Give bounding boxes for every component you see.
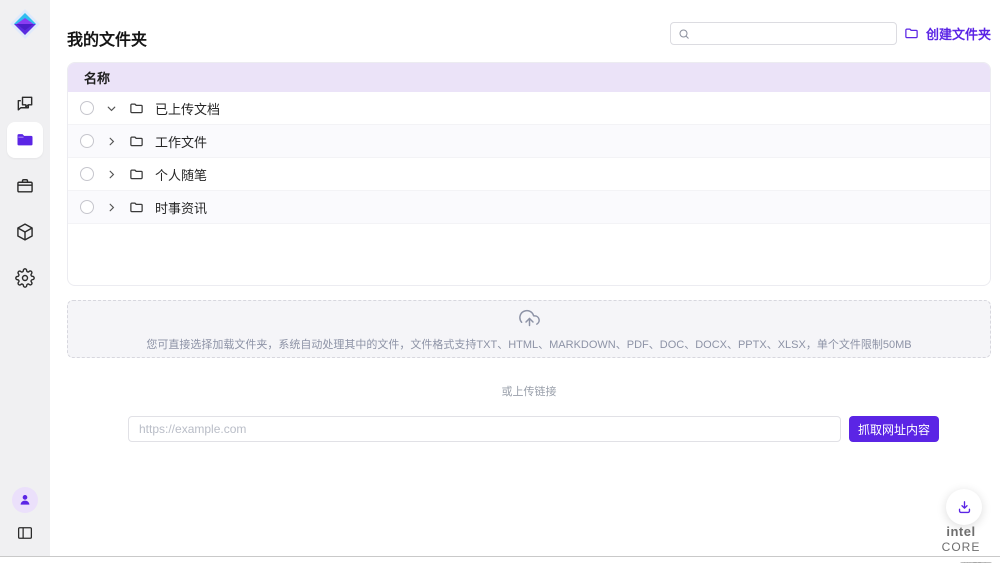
folder-icon (129, 200, 144, 215)
create-folder-label: 创建文件夹 (926, 24, 991, 43)
url-input[interactable] (128, 416, 841, 442)
folder-icon (129, 167, 144, 182)
sidebar-item-folders[interactable] (7, 122, 43, 158)
search-input[interactable] (696, 27, 889, 41)
sidebar (0, 0, 50, 557)
window-bottom-edge (0, 556, 1000, 557)
app-logo-icon (9, 8, 41, 40)
core-wordmark: core (942, 540, 981, 554)
chat-icon[interactable] (15, 94, 35, 114)
chevron-right-icon[interactable] (105, 168, 118, 181)
row-checkbox[interactable] (80, 101, 94, 115)
table-row[interactable]: 个人随笔 (68, 158, 990, 191)
folder-table: 名称 已上传文档 工作文件 (67, 62, 991, 286)
briefcase-icon[interactable] (15, 176, 35, 196)
folder-plus-icon (904, 26, 919, 41)
download-icon (956, 499, 973, 516)
folder-icon (15, 130, 35, 150)
app-window: 我的文件夹 创建文件夹 名称 已上传文档 (0, 0, 1000, 563)
search-icon (678, 28, 690, 40)
user-avatar[interactable] (12, 487, 38, 513)
row-checkbox[interactable] (80, 134, 94, 148)
cube-icon[interactable] (15, 222, 35, 242)
collapse-sidebar-icon[interactable] (16, 524, 34, 542)
folder-icon (129, 101, 144, 116)
or-upload-link-label: 或上传链接 (67, 383, 991, 399)
table-row[interactable]: 已上传文档 (68, 92, 990, 125)
row-checkbox[interactable] (80, 200, 94, 214)
row-checkbox[interactable] (80, 167, 94, 181)
chevron-down-icon[interactable] (105, 102, 118, 115)
chevron-right-icon[interactable] (105, 201, 118, 214)
person-icon (18, 493, 32, 507)
table-row[interactable]: 工作文件 (68, 125, 990, 158)
search-box[interactable] (670, 22, 897, 45)
table-row[interactable]: 时事资讯 (68, 191, 990, 224)
folder-name[interactable]: 工作文件 (155, 132, 207, 151)
folder-name[interactable]: 已上传文档 (155, 99, 220, 118)
intel-core-logo: intel core ultra (928, 524, 994, 563)
folder-icon (129, 134, 144, 149)
fetch-url-button[interactable]: 抓取网址内容 (849, 416, 939, 442)
folder-name[interactable]: 个人随笔 (155, 165, 207, 184)
table-header: 名称 (68, 63, 990, 92)
cloud-upload-icon (68, 308, 990, 334)
upload-hint-text: 您可直接选择加载文件夹，系统自动处理其中的文件，文件格式支持TXT、HTML、M… (68, 336, 990, 352)
chevron-right-icon[interactable] (105, 135, 118, 148)
create-folder-button[interactable]: 创建文件夹 (904, 24, 991, 43)
download-fab-button[interactable] (946, 489, 982, 525)
name-column-header: 名称 (84, 68, 110, 87)
folder-name[interactable]: 时事资讯 (155, 198, 207, 217)
intel-wordmark: intel (946, 524, 975, 539)
settings-gear-icon[interactable] (15, 268, 35, 288)
upload-dropzone[interactable]: 您可直接选择加载文件夹，系统自动处理其中的文件，文件格式支持TXT、HTML、M… (67, 300, 991, 358)
page-title: 我的文件夹 (67, 26, 147, 50)
